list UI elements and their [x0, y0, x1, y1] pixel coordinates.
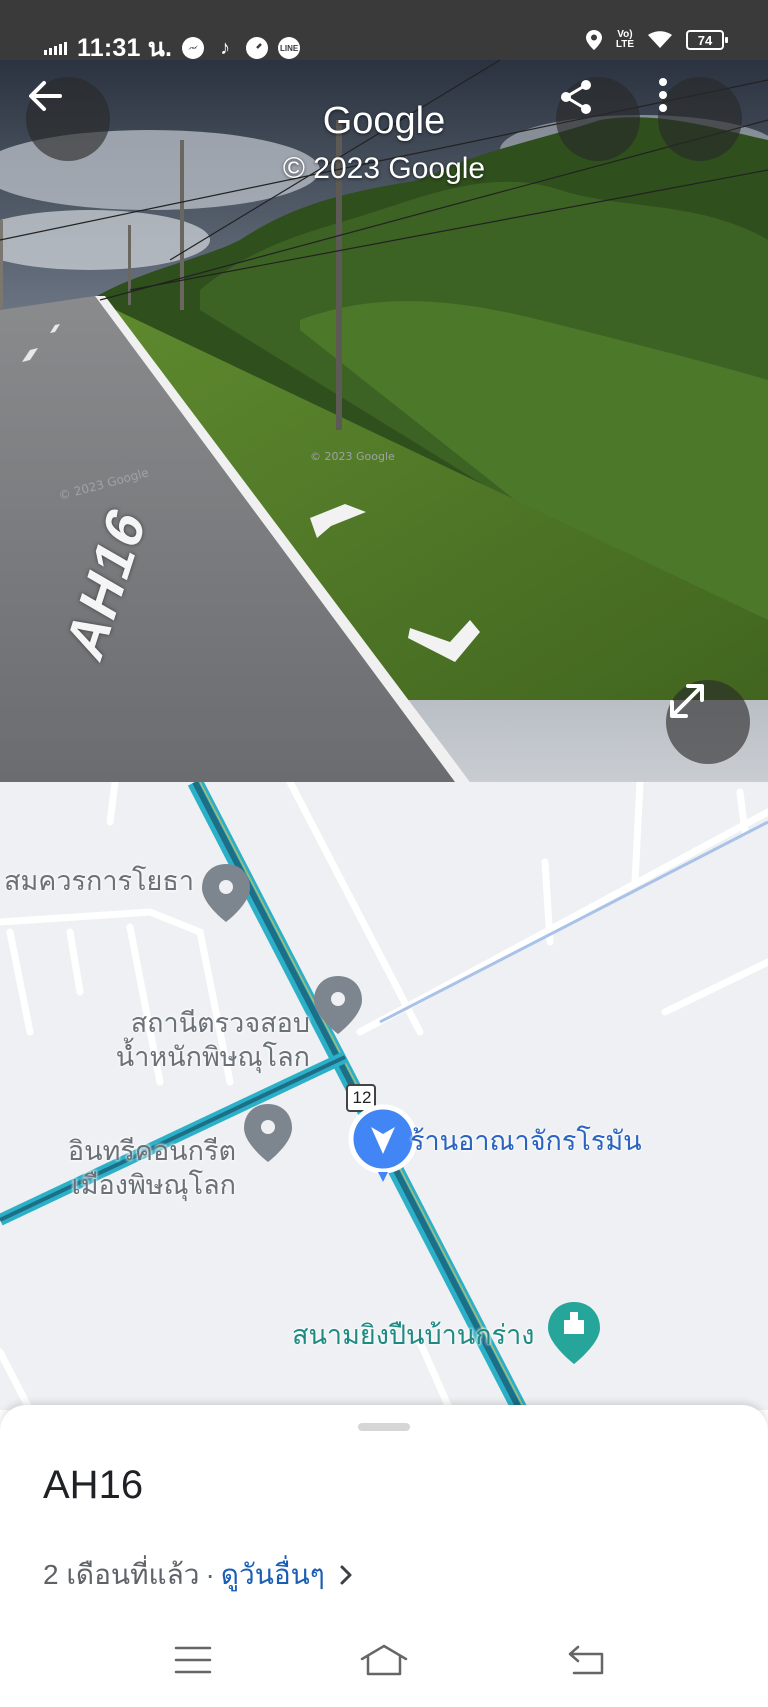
- fullscreen-icon: [670, 684, 704, 718]
- home-icon: [360, 1644, 408, 1676]
- more-options-button[interactable]: [658, 77, 742, 161]
- route-shield-label: 12: [352, 1088, 372, 1107]
- street-view-copyright: © 2023 Google: [282, 152, 486, 185]
- poi-label[interactable]: อินทรีคอนกรีต เมืองพิษณุโลก: [36, 1100, 236, 1202]
- battery-icon: 74: [686, 30, 728, 50]
- place-title: AH16: [43, 1463, 144, 1507]
- poi-label[interactable]: ร้านอาณาจักรโรมัน: [410, 1124, 642, 1158]
- separator: ·: [205, 1559, 215, 1590]
- see-more-dates-link[interactable]: ดูวันอื่นๆ: [221, 1553, 325, 1597]
- street-view-title: Google: [322, 100, 446, 142]
- back-icon: [568, 1645, 604, 1675]
- poi-label[interactable]: สนามยิงปืนบ้านกร่าง: [292, 1318, 534, 1352]
- poi-label[interactable]: สมควรการโยธา: [4, 864, 194, 898]
- status-time: 11:31 น.: [77, 34, 173, 62]
- wifi-icon: [648, 31, 672, 48]
- drag-handle[interactable]: [358, 1423, 410, 1431]
- system-nav-bar: [0, 1630, 768, 1690]
- battery-level: 74: [697, 32, 713, 48]
- status-bar: 11:31 น. ♪ LINE Vo) LTE 74: [0, 0, 768, 62]
- back-nav-button[interactable]: [556, 1630, 616, 1690]
- capture-date-row: 2 เดือนที่แล้ว · ดูวันอื่นๆ: [43, 1553, 361, 1597]
- poi-label[interactable]: สถานีตรวจสอบ น้ำหนักพิษณุโลก: [100, 972, 310, 1074]
- home-button[interactable]: [354, 1630, 414, 1690]
- recent-apps-button[interactable]: [163, 1630, 223, 1690]
- status-left: 11:31 น. ♪ LINE: [44, 28, 301, 68]
- speed-icon: [246, 37, 269, 59]
- expand-button[interactable]: [666, 680, 750, 764]
- capture-date: 2 เดือนที่แล้ว: [43, 1559, 200, 1590]
- messenger-icon: [182, 37, 205, 59]
- chevron-right-icon[interactable]: [331, 1560, 361, 1590]
- line-icon: LINE: [278, 37, 301, 59]
- share-icon: [561, 80, 591, 114]
- volte-icon: Vo) LTE: [615, 29, 634, 50]
- svg-text:© 2023 Google: © 2023 Google: [310, 450, 395, 463]
- street-view-panorama[interactable]: © 2023 Google © 2023 Google AH16 Google …: [0, 60, 768, 782]
- tiktok-icon: ♪: [220, 36, 231, 59]
- more-vert-icon: [659, 78, 667, 112]
- signal-icon: [44, 41, 67, 55]
- menu-icon: [174, 1646, 212, 1674]
- map-view[interactable]: 12 สมควรการโยธา สถานีตรวจสอบ น้ำหนักพิษณ…: [0, 782, 768, 1410]
- status-right: Vo) LTE 74: [585, 29, 728, 50]
- location-icon: [585, 30, 602, 50]
- share-button[interactable]: [556, 77, 640, 161]
